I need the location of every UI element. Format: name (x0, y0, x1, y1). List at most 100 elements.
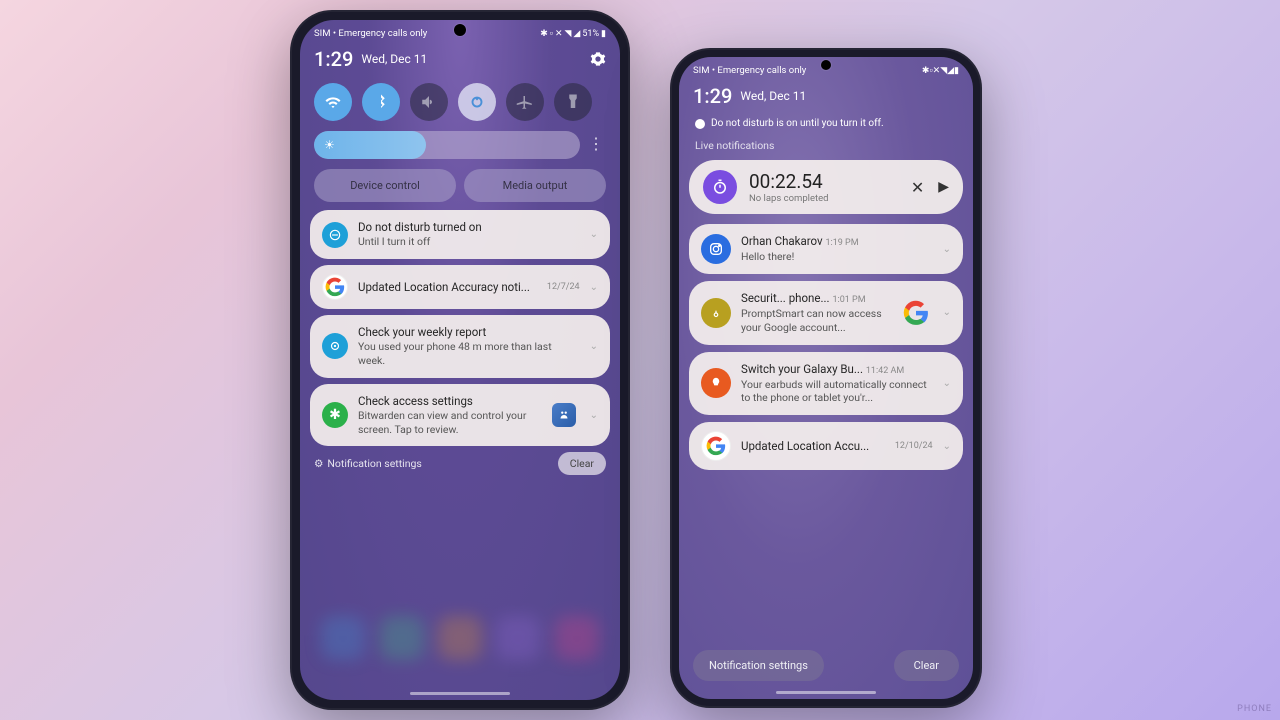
notification-list: Do not disturb turned on Until I turn it… (300, 210, 620, 446)
battery-percent: 51% (582, 29, 599, 39)
bottom-actions: ⚙ Notification settings Clear (300, 446, 620, 477)
notification-location[interactable]: Updated Location Accuracy noti... 12/7/2… (310, 265, 610, 309)
clock-date: Wed, Dec 11 (740, 89, 806, 103)
phone-left: SIM • Emergency calls only ✱ ▫ ✕ ◥ ◢ 51%… (290, 10, 630, 710)
clock-time: 1:29 (693, 84, 732, 108)
chevron-down-icon[interactable]: ⌄ (590, 341, 598, 352)
signal-icon: ◢ (573, 29, 580, 39)
notification-security[interactable]: Securit... phone... 1:01 PM PromptSmart … (689, 281, 963, 345)
home-indicator[interactable] (776, 691, 876, 694)
camera-hole (454, 24, 466, 36)
notification-settings-button[interactable]: Notification settings (693, 650, 824, 681)
status-carrier: SIM • Emergency calls only (693, 65, 806, 76)
notification-title: Check access settings (358, 394, 542, 408)
phone-right: SIM • Emergency calls only ✱▫✕◥◢▮ 1:29 W… (670, 48, 982, 708)
android-system-icon: ✱ (322, 402, 348, 428)
sound-toggle[interactable] (410, 83, 448, 121)
notification-time: 12/7/24 (547, 282, 580, 292)
location-toggle[interactable] (458, 83, 496, 121)
live-notifications-label: Live notifications (679, 135, 973, 156)
chevron-down-icon[interactable]: ⌄ (943, 378, 951, 389)
wellbeing-icon (322, 333, 348, 359)
clock-time: 1:29 (314, 47, 353, 71)
app-thumbnail (552, 403, 576, 427)
play-icon[interactable]: ▶ (938, 179, 949, 195)
clear-button[interactable]: Clear (558, 452, 606, 475)
tips-icon (701, 368, 731, 398)
screen-right: SIM • Emergency calls only ✱▫✕◥◢▮ 1:29 W… (679, 57, 973, 699)
camera-hole (821, 60, 831, 70)
dnd-dot-icon (695, 119, 705, 129)
chevron-down-icon[interactable]: ⌄ (590, 229, 598, 240)
notification-title: Do not disturb turned on (358, 220, 580, 234)
device-control-button[interactable]: Device control (314, 169, 456, 202)
notification-dnd[interactable]: Do not disturb turned on Until I turn it… (310, 210, 610, 259)
notification-subtitle: Hello there! (741, 250, 933, 264)
status-icons: ✱ ▫ ✕ ◥ ◢ 51% ▮ (540, 28, 606, 39)
chevron-down-icon[interactable]: ⌄ (943, 244, 951, 255)
dnd-banner[interactable]: Do not disturb is on until you turn it o… (679, 114, 973, 135)
clock-row: 1:29 Wed, Dec 11 (679, 78, 973, 114)
notification-title: Securit... phone... 1:01 PM (741, 291, 893, 306)
notification-title: Updated Location Accu... (741, 439, 885, 453)
settings-icon[interactable] (590, 51, 606, 67)
gear-small-icon: ⚙ (314, 457, 323, 470)
status-icons: ✱▫✕◥◢▮ (922, 65, 959, 76)
control-pills: Device control Media output (300, 167, 620, 210)
mute-icon: ✕ (555, 29, 563, 39)
google-icon (701, 431, 731, 461)
status-carrier: SIM • Emergency calls only (314, 28, 427, 39)
stopwatch-subtitle: No laps completed (749, 193, 899, 204)
notification-title: Check your weekly report (358, 325, 580, 339)
notification-subtitle: Bitwarden can view and control your scre… (358, 409, 542, 436)
close-icon[interactable]: ✕ (911, 178, 924, 197)
stopwatch-time: 00:22.54 (749, 170, 899, 193)
stopwatch-icon (703, 170, 737, 204)
notification-subtitle: Your earbuds will automatically connect … (741, 378, 933, 405)
quick-toggles (300, 77, 620, 129)
clock-row: 1:29 Wed, Dec 11 (300, 41, 620, 77)
wifi-toggle[interactable] (314, 83, 352, 121)
notification-weekly[interactable]: Check your weekly report You used your p… (310, 315, 610, 378)
notification-location[interactable]: Updated Location Accu... 12/10/24 ⌄ (689, 422, 963, 470)
notification-subtitle: Until I turn it off (358, 235, 580, 249)
google-icon (322, 274, 348, 300)
notification-buds[interactable]: Switch your Galaxy Bu... 11:42 AM Your e… (689, 352, 963, 416)
flashlight-toggle[interactable] (554, 83, 592, 121)
brightness-row: ☀ ⋮ (300, 129, 620, 167)
notification-title: Switch your Galaxy Bu... 11:42 AM (741, 362, 933, 377)
bottom-actions: Notification settings Clear (679, 650, 973, 681)
google-icon (903, 300, 929, 326)
screen-left: SIM • Emergency calls only ✱ ▫ ✕ ◥ ◢ 51%… (300, 20, 620, 700)
airplane-toggle[interactable] (506, 83, 544, 121)
notification-message[interactable]: Orhan Chakarov 1:19 PM Hello there! ⌄ (689, 224, 963, 274)
notification-title: Updated Location Accuracy noti... (358, 280, 537, 294)
bluetooth-icon: ✱ (540, 29, 548, 39)
dnd-icon (322, 222, 348, 248)
clear-button[interactable]: Clear (894, 650, 959, 681)
bluetooth-toggle[interactable] (362, 83, 400, 121)
chevron-down-icon[interactable]: ⌄ (590, 410, 598, 421)
chevron-down-icon[interactable]: ⌄ (590, 282, 598, 293)
chevron-down-icon[interactable]: ⌄ (943, 307, 951, 318)
notification-title: Orhan Chakarov 1:19 PM (741, 234, 933, 249)
notification-settings-link[interactable]: ⚙ Notification settings (314, 457, 422, 470)
home-indicator[interactable] (410, 692, 510, 695)
media-output-button[interactable]: Media output (464, 169, 606, 202)
notification-list: Orhan Chakarov 1:19 PM Hello there! ⌄ Se… (679, 224, 973, 470)
brightness-slider[interactable]: ☀ (314, 131, 580, 159)
brightness-icon: ☀ (324, 138, 335, 152)
watermark-text: PHONE (1237, 704, 1272, 714)
blurred-dock (314, 540, 606, 660)
notification-subtitle: PromptSmart can now access your Google a… (741, 307, 893, 334)
nfc-icon: ▫ (550, 28, 553, 39)
notification-access[interactable]: ✱ Check access settings Bitwarden can vi… (310, 384, 610, 447)
battery-icon: ▮ (601, 29, 606, 39)
bluetooth-icon: ✱▫✕◥◢▮ (922, 65, 959, 76)
more-icon[interactable]: ⋮ (588, 136, 606, 154)
chevron-down-icon[interactable]: ⌄ (943, 441, 951, 452)
wifi-icon: ◥ (564, 29, 571, 39)
dnd-text: Do not disturb is on until you turn it o… (711, 118, 884, 129)
lock-icon (701, 298, 731, 328)
stopwatch-notification[interactable]: 00:22.54 No laps completed ✕ ▶ (689, 160, 963, 214)
